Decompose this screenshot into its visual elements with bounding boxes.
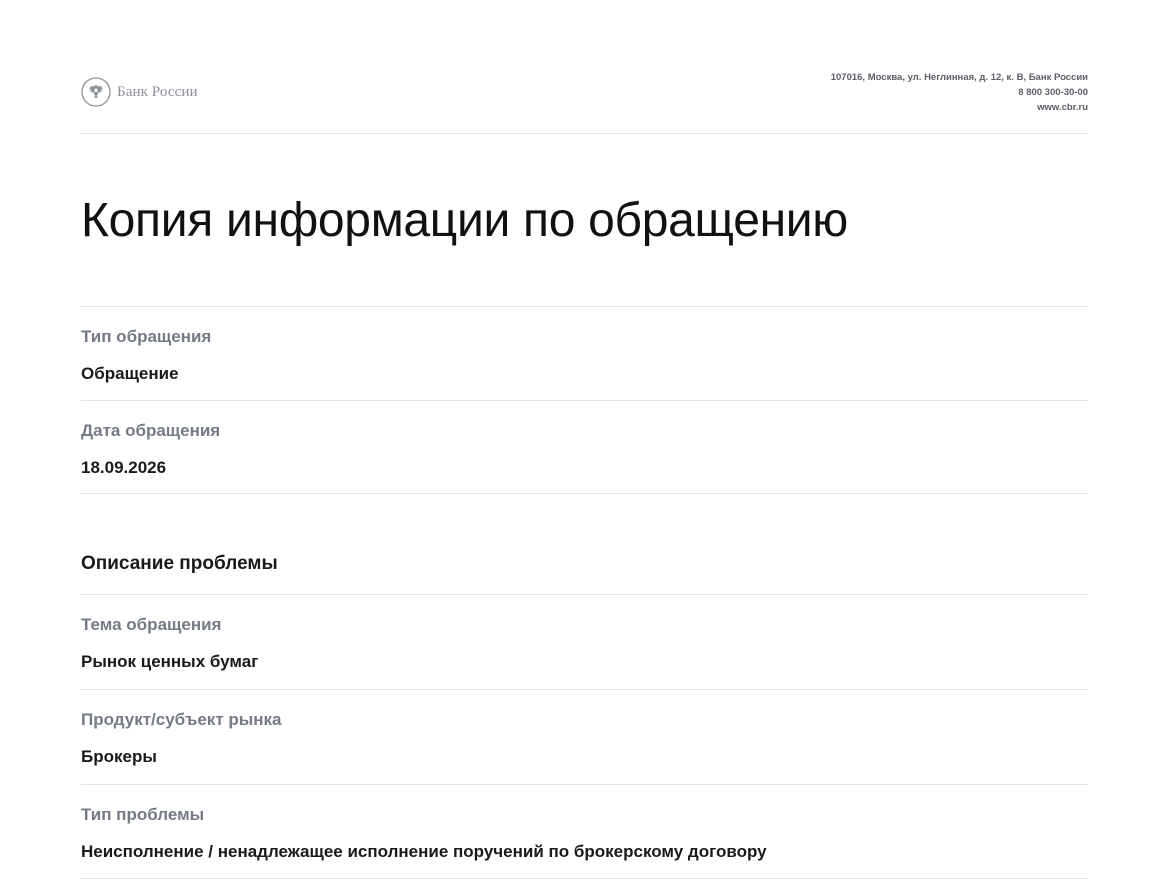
field-value: Рынок ценных бумаг <box>81 652 259 671</box>
field-product: Продукт/субъект рынка Брокеры <box>81 689 1088 784</box>
field-appeal-date: Дата обращения 18.09.2026 <box>81 400 1088 494</box>
field-label: Дата обращения <box>81 421 221 440</box>
phone-text: 8 800 300-30-00 <box>1018 87 1088 98</box>
general-fields: Тип обращения Обращение Дата обращения 1… <box>81 306 1088 494</box>
bank-logo: Банк России <box>81 77 198 107</box>
eagle-emblem-icon <box>81 77 111 107</box>
field-value: Брокеры <box>81 747 157 766</box>
field-value: Неисполнение / ненадлежащее исполнение п… <box>81 842 767 861</box>
document-header: Банк России 107016, Москва, ул. Неглинна… <box>81 0 1088 134</box>
field-label: Продукт/субъект рынка <box>81 710 282 729</box>
field-label: Тема обращения <box>81 615 222 634</box>
field-appeal-type: Тип обращения Обращение <box>81 306 1088 400</box>
field-value: Обращение <box>81 364 179 383</box>
problem-section-title: Описание проблемы <box>81 553 278 574</box>
field-topic: Тема обращения Рынок ценных бумаг <box>81 594 1088 689</box>
problem-fields: Тема обращения Рынок ценных бумаг Продук… <box>81 594 1088 879</box>
field-label: Тип обращения <box>81 327 212 346</box>
website-link[interactable]: www.cbr.ru <box>831 100 1088 115</box>
contact-info: 107016, Москва, ул. Неглинная, д. 12, к.… <box>831 70 1088 115</box>
document-page: Банк России 107016, Москва, ул. Неглинна… <box>81 0 1088 879</box>
address-text: 107016, Москва, ул. Неглинная, д. 12, к.… <box>830 72 1088 83</box>
field-label: Тип проблемы <box>81 805 205 824</box>
page-title: Копия информации по обращению <box>81 194 849 247</box>
bank-name: Банк России <box>117 83 198 100</box>
field-value: 18.09.2026 <box>81 458 167 477</box>
field-problem-type: Тип проблемы Неисполнение / ненадлежащее… <box>81 784 1088 879</box>
